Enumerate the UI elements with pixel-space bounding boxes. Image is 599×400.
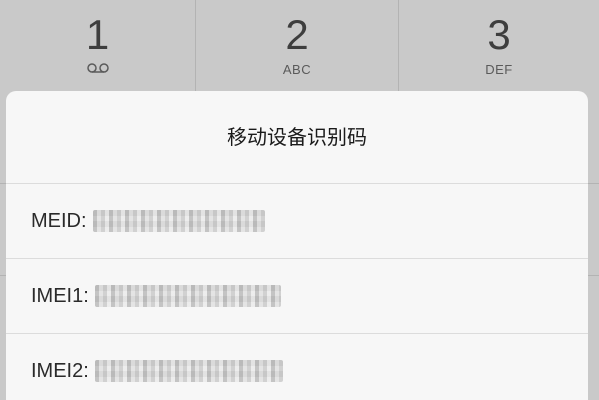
imei1-label: IMEI1: — [31, 284, 89, 307]
key-letters: DEF — [485, 62, 513, 77]
meid-label: MEID: — [31, 209, 87, 232]
voicemail-icon — [86, 63, 109, 73]
dialpad-key-2[interactable]: 2 ABC — [196, 0, 398, 92]
key-letters: ABC — [282, 62, 312, 77]
key-digit: 3 — [487, 11, 511, 58]
imei1-value-redacted — [94, 285, 281, 307]
dialog-title: 移动设备识别码 — [6, 91, 588, 184]
key-digit: 1 — [85, 11, 110, 58]
key-digit: 2 — [285, 11, 309, 58]
dialpad-key-1[interactable]: 1 — [0, 0, 195, 92]
imei2-value-redacted — [94, 360, 283, 382]
imei2-label: IMEI2: — [31, 359, 89, 382]
meid-row: MEID: — [6, 184, 588, 259]
meid-value-redacted — [92, 210, 265, 232]
device-id-dialog: 移动设备识别码 MEID: IMEI1: IMEI2: — [6, 91, 588, 400]
dialpad-key-3[interactable]: 3 DEF — [399, 0, 599, 92]
imei1-row: IMEI1: — [6, 259, 588, 334]
imei2-row: IMEI2: — [6, 334, 588, 400]
